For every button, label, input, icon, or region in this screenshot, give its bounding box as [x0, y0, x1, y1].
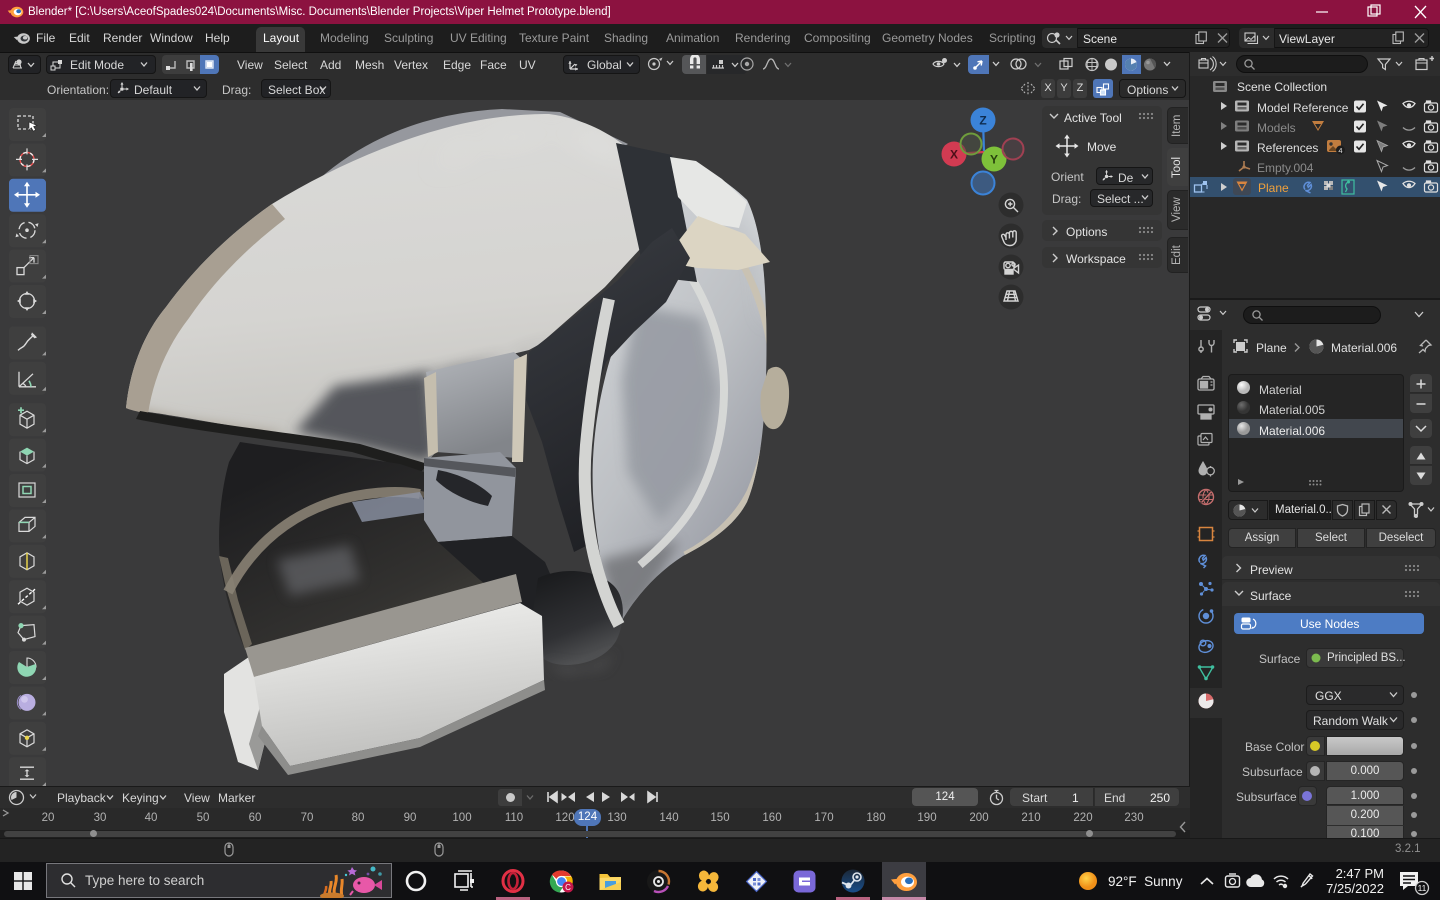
svg-text:Y: Y [990, 153, 998, 167]
svg-text:4: 4 [1338, 146, 1342, 155]
svg-text:11: 11 [1418, 883, 1427, 893]
svg-text:X: X [950, 148, 958, 162]
svg-text:C: C [565, 883, 571, 892]
svg-text:Z: Z [979, 114, 986, 128]
